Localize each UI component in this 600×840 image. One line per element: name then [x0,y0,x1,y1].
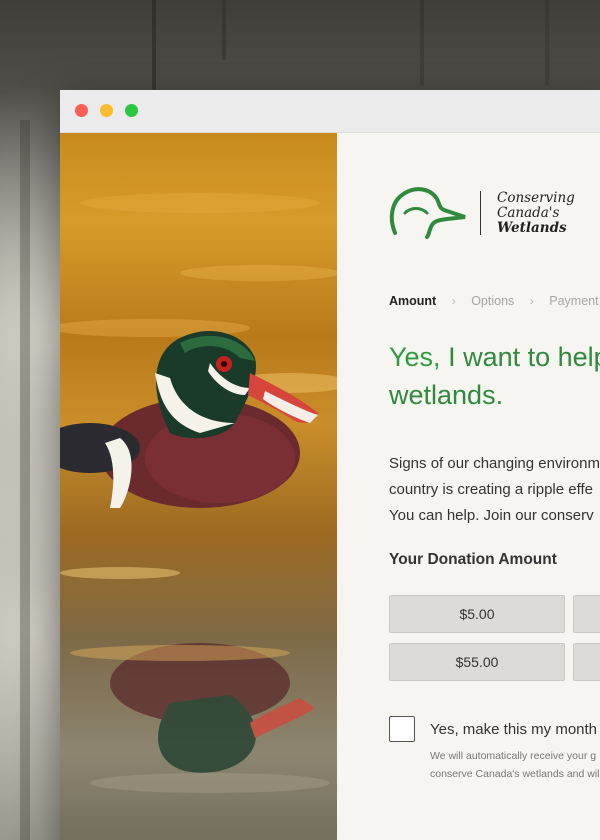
monthly-donation-label[interactable]: Yes, make this my month [430,721,597,738]
maximize-window-button[interactable] [125,104,138,117]
intro-paragraph: Signs of our changing environm country i… [389,451,600,529]
minimize-window-button[interactable] [100,104,113,117]
reed-stalk [20,120,30,840]
reed-stalk [420,0,424,85]
donation-amount-title: Your Donation Amount [389,551,557,568]
brand-line-3: Wetlands [497,220,567,236]
reed-stalk [222,0,226,60]
intro-line-2: country is creating a ripple effe [389,481,594,498]
window-titlebar [60,90,600,133]
amount-button-5[interactable]: $5.00 [389,595,565,633]
reed-stalk [545,0,549,85]
note-line-2: conserve Canada's wetlands and wil [430,768,600,780]
headline-rest: I want to help [440,342,600,372]
wood-duck-photo [60,133,337,840]
headline-line-2: wetlands. [389,380,504,410]
headline-lead: Yes, [389,342,441,372]
brand-line-2: Canada's [497,205,560,221]
step-amount[interactable]: Amount [389,294,436,308]
reed-stalk [152,0,156,90]
intro-line-1: Signs of our changing environm [389,455,600,472]
wood-duck-illustration [60,193,337,793]
step-options[interactable]: Options [471,294,514,308]
amount-button-55[interactable]: $55.00 [389,643,565,681]
brand-wordmark: Conserving Canada's Wetlands [497,191,575,236]
progress-steps: Amount › Options › Payment [389,293,599,308]
close-window-button[interactable] [75,104,88,117]
browser-window: Conserving Canada's Wetlands Amount › Op… [60,90,600,840]
amount-button-partial[interactable] [573,643,600,681]
chevron-right-icon: › [529,293,534,308]
amount-button-partial[interactable] [573,595,600,633]
duck-head-logo-icon [389,187,466,239]
step-payment[interactable]: Payment [549,294,598,308]
logo-divider [480,191,481,235]
brand-line-1: Conserving [497,190,575,206]
donation-form-panel: Conserving Canada's Wetlands Amount › Op… [337,133,600,840]
note-line-1: We will automatically receive your g [430,750,597,762]
intro-line-3: You can help. Join our conserv [389,507,594,524]
monthly-donation-note: We will automatically receive your g con… [430,747,600,783]
chevron-right-icon: › [451,293,456,308]
page-headline: Yes, I want to help wetlands. [389,338,600,414]
monthly-donation-checkbox[interactable] [389,716,415,742]
brand-logo[interactable]: Conserving Canada's Wetlands [387,183,587,239]
